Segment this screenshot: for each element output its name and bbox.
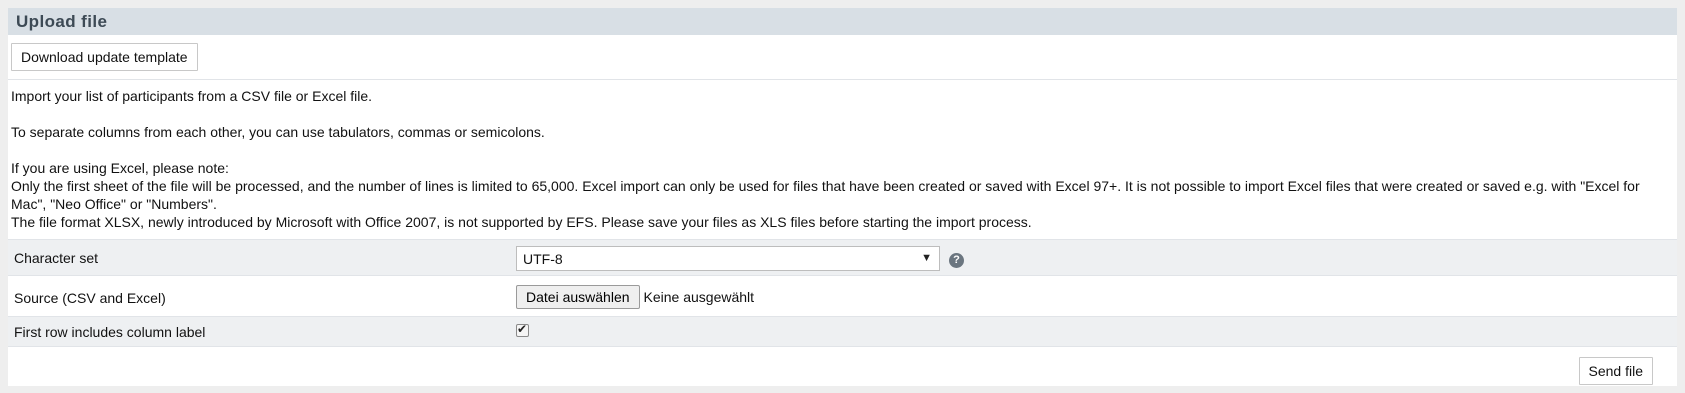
charset-select[interactable]: UTF-8 ▼ (516, 246, 940, 271)
description-line: If you are using Excel, please note: (11, 160, 229, 176)
source-field: Datei auswählen Keine ausgewählt (516, 285, 754, 309)
first-row-row: First row includes column label ✔ (8, 317, 1677, 347)
upload-panel: Upload file Download update template Imp… (8, 8, 1677, 386)
download-template-button[interactable]: Download update template (11, 43, 198, 71)
first-row-label: First row includes column label (14, 324, 206, 340)
chevron-down-icon: ▼ (921, 252, 932, 264)
help-icon[interactable]: ? (949, 253, 964, 268)
send-file-button[interactable]: Send file (1578, 357, 1653, 385)
choose-file-button[interactable]: Datei auswählen (516, 285, 640, 309)
import-description: Import your list of participants from a … (8, 80, 1677, 240)
first-row-checkbox[interactable]: ✔ (516, 322, 529, 337)
description-line: Only the first sheet of the file will be… (11, 178, 1640, 212)
footer: Send file (8, 347, 1677, 388)
first-row-field: ✔ (516, 322, 529, 337)
description-line: To separate columns from each other, you… (11, 124, 545, 140)
toolbar: Download update template (8, 35, 1677, 80)
charset-field: UTF-8 ▼ ? (516, 246, 964, 271)
source-row: Source (CSV and Excel) Datei auswählen K… (8, 276, 1677, 317)
source-label: Source (CSV and Excel) (14, 290, 166, 306)
charset-row: Character set UTF-8 ▼ ? (8, 240, 1677, 276)
panel-title: Upload file (8, 8, 1677, 35)
description-line: Import your list of participants from a … (11, 88, 373, 104)
checkmark-icon: ✔ (517, 322, 528, 336)
charset-label: Character set (14, 250, 99, 266)
charset-selected-value: UTF-8 (523, 251, 563, 267)
description-line: The file format XLSX, newly introduced b… (11, 214, 1032, 230)
file-status: Keine ausgewählt (643, 289, 755, 305)
